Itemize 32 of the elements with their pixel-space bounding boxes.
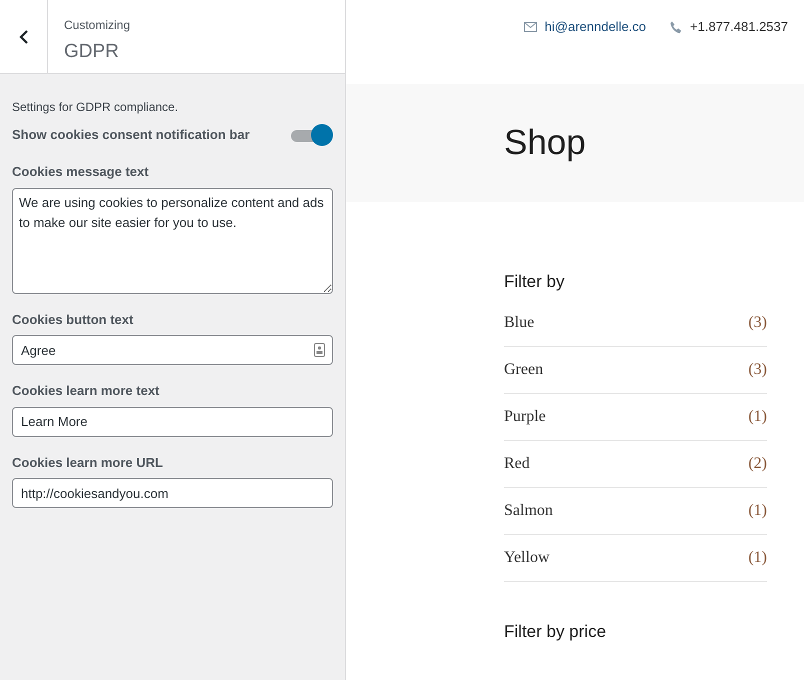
filter-count: (1) [748, 501, 767, 522]
field-label: Cookies button text [12, 310, 134, 328]
panel-title: GDPR [64, 40, 120, 64]
widget-title: Filter by [504, 272, 566, 292]
toggle-label: Show cookies consent notification bar [12, 126, 250, 144]
filter-link[interactable]: Blue [504, 311, 534, 336]
filter-link[interactable]: Salmon [504, 499, 553, 524]
toggle-switch[interactable] [291, 124, 333, 146]
page-title: Shop [504, 122, 586, 164]
phone-icon [670, 20, 682, 34]
filter-link[interactable]: Yellow [504, 546, 550, 570]
filter-count: (1) [748, 548, 767, 568]
description-text: Settings for GDPR compliance. [12, 99, 180, 116]
breadcrumb-text: Customizing [64, 17, 130, 34]
filter-count: (3) [748, 313, 767, 334]
input-field[interactable]: Agree [12, 335, 333, 365]
filter-link[interactable]: Green [504, 358, 544, 382]
field-label: Cookies learn more text [12, 382, 160, 400]
email-icon [524, 22, 537, 32]
textarea-field[interactable]: We are using cookies to personalize content and ads to make our site easier for you to use. [12, 188, 333, 294]
phone-number: +1.877.481.2537 [690, 18, 788, 36]
field-label: Cookies learn more URL [12, 454, 164, 472]
email-link[interactable]: hi@arenndelle.co [544, 17, 646, 37]
filter-link[interactable]: Red [504, 452, 530, 476]
filter-count: (1) [748, 407, 767, 428]
filter-link[interactable]: Purple [504, 405, 546, 430]
filter-count: (2) [748, 454, 767, 474]
widget-title: Filter by price [504, 622, 608, 643]
field-label: Cookies message text [12, 163, 150, 181]
filter-count: (3) [748, 360, 767, 380]
input-field[interactable]: http://cookiesandyou.com [12, 478, 333, 508]
input-field[interactable]: Learn More [12, 406, 333, 436]
